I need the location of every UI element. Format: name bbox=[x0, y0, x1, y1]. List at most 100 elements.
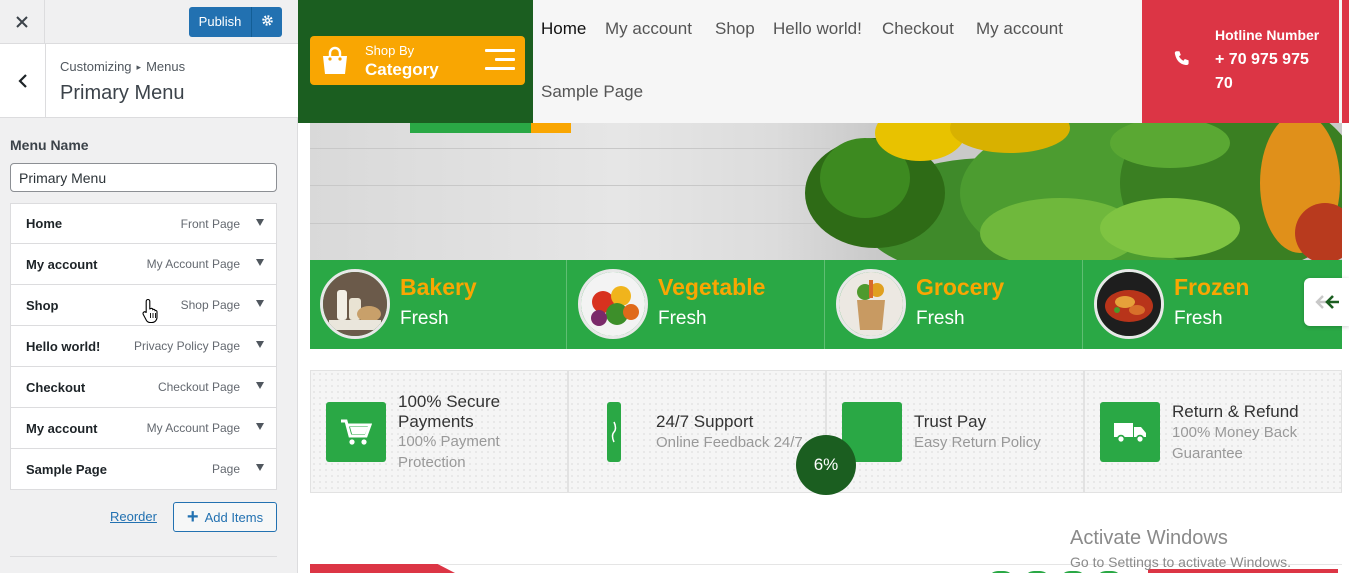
breadcrumb: Customizing ▸ Menus bbox=[60, 59, 185, 74]
vegetable-image bbox=[578, 269, 648, 339]
watermark-title: Activate Windows bbox=[1070, 527, 1228, 549]
expand-arrow-icon[interactable] bbox=[256, 341, 264, 348]
feature-desc: Online Feedback 24/7 bbox=[656, 434, 803, 451]
hand-cursor-icon bbox=[142, 298, 158, 324]
nav-item-my-account[interactable]: My account bbox=[605, 19, 692, 39]
category-card-grocery[interactable]: Grocery Fresh bbox=[826, 260, 1083, 349]
customizer-sidebar: Publish Customizing ▸ Menus Primary Menu M… bbox=[0, 0, 298, 573]
expand-arrow-icon[interactable] bbox=[256, 300, 264, 307]
category-label: Category bbox=[365, 60, 439, 79]
add-items-button[interactable]: + Add Items bbox=[173, 502, 277, 532]
shopping-bag-icon bbox=[323, 46, 347, 74]
category-name: Grocery bbox=[916, 274, 1005, 300]
menu-name-input[interactable] bbox=[10, 163, 277, 192]
breadcrumb-leaf: Menus bbox=[146, 59, 186, 74]
main-navigation: Home My account Shop Hello world! Checko… bbox=[533, 0, 1143, 123]
shop-by-label: Shop By bbox=[365, 43, 415, 58]
vegetables-image bbox=[805, 123, 1342, 260]
menu-item-title: Sample Page bbox=[26, 461, 107, 477]
menu-item-type: Checkout Page bbox=[157, 380, 240, 394]
menu-item[interactable]: Checkout Checkout Page bbox=[10, 367, 277, 408]
feature-title: 100% Secure Payments bbox=[398, 392, 501, 431]
banner-orange-bar bbox=[531, 123, 571, 133]
feature-desc: Easy Return Policy bbox=[914, 434, 1041, 451]
nav-item-checkout[interactable]: Checkout bbox=[882, 19, 954, 39]
close-icon[interactable] bbox=[0, 0, 45, 44]
category-name: Vegetable bbox=[658, 274, 766, 300]
reorder-link[interactable]: Reorder bbox=[110, 509, 157, 524]
site-preview: Shop By Category Home My account Shop He… bbox=[298, 0, 1349, 573]
feature-desc: 100% Money Back Guarantee bbox=[1172, 424, 1298, 462]
gear-icon[interactable] bbox=[252, 14, 282, 30]
menu-item-type: Shop Page bbox=[180, 298, 240, 312]
slider-prev-button[interactable] bbox=[1304, 278, 1349, 326]
nav-item-my-account-2[interactable]: My account bbox=[976, 19, 1063, 39]
menu-item[interactable]: Home Front Page bbox=[10, 203, 277, 244]
menu-item[interactable]: Sample Page Page bbox=[10, 449, 277, 490]
shop-by-category-button[interactable]: Shop By Category bbox=[310, 36, 525, 85]
bakery-image bbox=[320, 269, 390, 339]
menu-items-list: Home Front Page My account My Account Pa… bbox=[10, 203, 277, 490]
feature-card-support: 24/7 Support Online Feedback 24/7 bbox=[568, 370, 826, 493]
category-name: Frozen bbox=[1174, 274, 1250, 300]
expand-arrow-icon[interactable] bbox=[256, 423, 264, 430]
feature-title: Return & Refund bbox=[1172, 402, 1299, 421]
breadcrumb-root: Customizing bbox=[60, 59, 132, 74]
nav-item-sample-page[interactable]: Sample Page bbox=[541, 82, 643, 102]
divider bbox=[10, 556, 277, 557]
category-card-bakery[interactable]: Bakery Fresh bbox=[310, 260, 567, 349]
back-button[interactable] bbox=[0, 44, 46, 118]
panel-header: Customizing ▸ Menus Primary Menu bbox=[0, 44, 298, 118]
expand-arrow-icon[interactable] bbox=[256, 219, 264, 226]
category-sub: Fresh bbox=[658, 308, 707, 329]
support-icon bbox=[607, 402, 621, 462]
scroll-progress-badge[interactable]: 6% bbox=[796, 435, 856, 495]
category-sub: Fresh bbox=[1174, 308, 1223, 329]
menu-item[interactable]: My account My Account Page bbox=[10, 244, 277, 285]
cart-icon bbox=[326, 402, 386, 462]
menu-item-title: Home bbox=[26, 216, 63, 231]
customizer-header-bar: Publish bbox=[0, 0, 298, 44]
menu-item-type: Front Page bbox=[180, 216, 240, 231]
menu-item-type: My Account Page bbox=[146, 257, 240, 271]
breadcrumb-separator: ▸ bbox=[136, 62, 142, 72]
hero-banner-image bbox=[310, 123, 1342, 260]
publish-button[interactable]: Publish bbox=[189, 7, 282, 37]
hotline-label: Hotline Number bbox=[1215, 27, 1320, 43]
section-red-tab bbox=[310, 564, 455, 573]
hotline-edge bbox=[1339, 0, 1342, 123]
panel-title: Primary Menu bbox=[60, 82, 185, 104]
hamburger-icon bbox=[485, 49, 515, 71]
category-card-vegetable[interactable]: Vegetable Fresh bbox=[568, 260, 825, 349]
category-name: Bakery bbox=[400, 274, 477, 300]
phone-icon bbox=[1174, 51, 1189, 65]
category-card-frozen[interactable]: Frozen Fresh bbox=[1084, 260, 1341, 349]
feature-card-trust-pay: Trust Pay Easy Return Policy bbox=[826, 370, 1084, 493]
hotline-number[interactable]: + 70 975 975 70 bbox=[1215, 48, 1325, 96]
menu-name-label: Menu Name bbox=[10, 137, 89, 153]
category-sub: Fresh bbox=[916, 308, 965, 329]
category-sub: Fresh bbox=[400, 308, 449, 329]
grocery-image bbox=[836, 269, 906, 339]
frozen-image bbox=[1094, 269, 1164, 339]
feature-desc: 100% Payment Protection bbox=[398, 433, 500, 471]
banner-green-bar bbox=[410, 123, 531, 133]
plus-icon: + bbox=[186, 506, 199, 528]
nav-item-home[interactable]: Home bbox=[541, 19, 586, 39]
expand-arrow-icon[interactable] bbox=[256, 259, 264, 266]
activate-windows-watermark: Activate Windows Go to Settings to activ… bbox=[1070, 527, 1291, 570]
feature-title: Trust Pay bbox=[914, 412, 987, 431]
menu-item-title: My account bbox=[26, 256, 98, 272]
progress-label: 6% bbox=[813, 455, 839, 474]
menu-item-title: Shop bbox=[26, 297, 59, 313]
menu-item-title: Checkout bbox=[26, 379, 86, 395]
nav-item-shop[interactable]: Shop bbox=[715, 19, 755, 39]
expand-arrow-icon[interactable] bbox=[256, 382, 264, 389]
menu-item-type: Page bbox=[211, 462, 240, 476]
expand-arrow-icon[interactable] bbox=[256, 464, 264, 471]
menu-item[interactable]: Hello world! Privacy Policy Page bbox=[10, 326, 277, 367]
nav-item-hello-world[interactable]: Hello world! bbox=[773, 19, 862, 39]
feature-card-secure-payments: 100% Secure Payments 100% Payment Protec… bbox=[310, 370, 568, 493]
truck-icon bbox=[1100, 402, 1160, 462]
menu-item[interactable]: My account My Account Page bbox=[10, 408, 277, 449]
